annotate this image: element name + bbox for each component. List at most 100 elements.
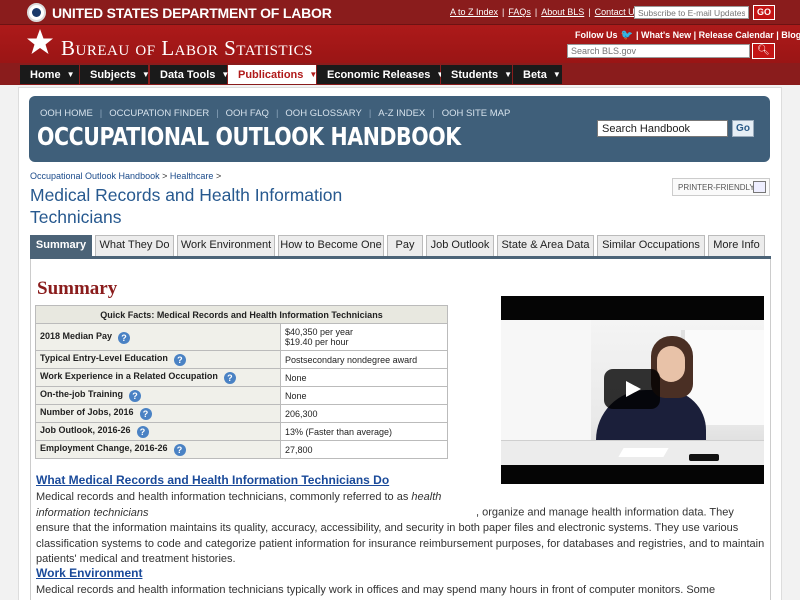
ooh-nav: OOH HOME | OCCUPATION FINDER | OOH FAQ | OOH G… — [40, 108, 511, 119]
tab-work-environment[interactable]: Work Environment — [177, 235, 275, 256]
tab-similar-occupations[interactable]: Similar Occupations — [597, 235, 705, 256]
dol-name[interactable]: UNITED STATES DEPARTMENT OF LABOR — [52, 5, 332, 21]
fact-label-text: Employment Change, 2016-26 — [40, 443, 168, 453]
ooh-site-map-link[interactable]: OOH SITE MAP — [442, 108, 511, 119]
fact-label-text: Work Experience in a Related Occupation — [40, 371, 218, 381]
breadcrumb-healthcare[interactable]: Healthcare — [170, 171, 214, 181]
tab-summary[interactable]: Summary — [30, 235, 92, 256]
a-to-z-link[interactable]: A to Z Index — [450, 7, 498, 17]
fact-value: $40,350 per year $19.40 per hour — [280, 323, 448, 351]
tab-pay[interactable]: Pay — [387, 235, 423, 256]
tab-more-info[interactable]: More Info — [708, 235, 765, 256]
printer-friendly-button[interactable]: PRINTER-FRIENDLY — [672, 178, 770, 196]
nav-beta[interactable]: Beta ▼ — [513, 65, 562, 84]
help-icon[interactable]: ? — [136, 426, 149, 438]
ooh-faq-link[interactable]: OOH FAQ — [226, 108, 269, 119]
breadcrumb-ooh[interactable]: Occupational Outlook Handbook — [30, 171, 160, 181]
fact-label: On-the-job Training? — [35, 386, 281, 405]
table-row: Work Experience in a Related Occupation?… — [35, 368, 448, 387]
tab-state-area-data[interactable]: State & Area Data — [497, 235, 594, 256]
fact-label: Number of Jobs, 2016? — [35, 404, 281, 423]
a-z-index-link[interactable]: A-Z INDEX — [378, 108, 425, 119]
what-they-do-link[interactable]: What Medical Records and Health Informat… — [36, 473, 389, 487]
site-search-input[interactable] — [567, 44, 750, 58]
nav-home-label: Home — [30, 69, 61, 81]
contact-us-link[interactable]: Contact Us — [595, 7, 640, 17]
median-pay-year: $40,350 per year — [285, 327, 354, 337]
dol-top-bar: UNITED STATES DEPARTMENT OF LABOR A to Z… — [0, 0, 800, 25]
chevron-down-icon: ▼ — [504, 70, 512, 79]
about-bls-link[interactable]: About BLS — [541, 7, 584, 17]
nav-students-label: Students — [451, 69, 499, 81]
fact-value: Postsecondary nondegree award — [280, 350, 448, 369]
tab-how-to-become-one[interactable]: How to Become One — [278, 235, 384, 256]
what-they-do-text: Medical records and health information t… — [36, 490, 768, 568]
video-phone — [689, 454, 719, 461]
page-title: Medical Records and Health Information T… — [30, 185, 343, 227]
ooh-title[interactable]: OCCUPATIONAL OUTLOOK HANDBOOK — [37, 122, 461, 151]
fact-label: Job Outlook, 2016-26? — [35, 422, 281, 441]
what-they-do-text-wrap: Medical records and health information t… — [36, 490, 476, 521]
email-go-button[interactable]: GO — [753, 5, 775, 20]
work-environment-text: Medical records and health information t… — [36, 584, 716, 600]
nav-data-tools-label: Data Tools — [160, 69, 216, 81]
site-search-button[interactable]: 🔍︎ — [752, 43, 775, 59]
nav-economic-releases[interactable]: Economic Releases▼ — [317, 65, 444, 84]
fact-label-text: On-the-job Training — [40, 389, 123, 399]
nav-publications[interactable]: Publications ▼ — [228, 65, 317, 84]
email-subscribe-input[interactable] — [634, 6, 749, 19]
utility-links: A to Z Index | FAQs | About BLS | Contact Us — [450, 7, 640, 17]
help-icon[interactable]: ? — [173, 444, 186, 456]
fact-value: 27,800 — [280, 440, 448, 459]
chevron-down-icon: ▼ — [552, 70, 561, 79]
fact-label-text: Number of Jobs, 2016 — [40, 407, 134, 417]
help-icon[interactable]: ? — [129, 390, 141, 402]
table-row: 2018 Median Pay? $40,350 per year $19.40 … — [35, 323, 448, 351]
release-calendar-link[interactable]: Release Calendar — [699, 30, 774, 40]
breadcrumb: Occupational Outlook Handbook > Healthca… — [30, 171, 221, 181]
tab-what-they-do[interactable]: What They Do — [95, 235, 174, 256]
fact-label: Work Experience in a Related Occupation? — [35, 368, 281, 387]
table-row: Typical Entry-Level Education? Postsecon… — [35, 350, 448, 369]
work-environment-link[interactable]: Work Environment — [36, 566, 142, 580]
help-icon[interactable]: ? — [118, 331, 131, 344]
nav-publications-label: Publications — [238, 69, 304, 81]
occupation-finder-link[interactable]: OCCUPATION FINDER — [109, 108, 209, 119]
faqs-link[interactable]: FAQs — [508, 7, 531, 17]
bls-header: Bureau of Labor Statistics Follow Us 🐦 | W… — [0, 25, 800, 63]
help-icon[interactable]: ? — [223, 372, 236, 384]
follow-links: Follow Us 🐦 | What's New | Release Calenda… — [575, 30, 800, 41]
handbook-search-input[interactable] — [597, 120, 728, 137]
help-icon[interactable]: ? — [139, 408, 152, 420]
main-nav: Home ▼ Subjects ▼ Data Tools ▼ Publications… — [0, 63, 800, 85]
magnifier-icon: 🔍︎ — [757, 45, 770, 56]
bls-name[interactable]: Bureau of Labor Statistics — [61, 36, 313, 61]
fact-label-text: Job Outlook, 2016-26 — [40, 425, 131, 435]
breadcrumb-separator: > — [162, 171, 168, 181]
fact-value: None — [280, 386, 448, 405]
ooh-home-link[interactable]: OOH HOME — [40, 108, 93, 119]
breadcrumb-separator: > — [215, 171, 222, 181]
nav-subjects-label: Subjects — [90, 69, 136, 81]
help-icon[interactable]: ? — [173, 354, 186, 366]
ooh-glossary-link[interactable]: OOH GLOSSARY — [285, 108, 361, 119]
nav-home[interactable]: Home ▼ — [20, 65, 79, 84]
fact-label: 2018 Median Pay? — [35, 323, 281, 351]
fact-label: Employment Change, 2016-26? — [35, 440, 281, 459]
twitter-icon[interactable]: 🐦 — [621, 30, 633, 41]
play-icon[interactable] — [604, 369, 660, 409]
handbook-go-button[interactable]: Go — [732, 120, 754, 137]
table-row: Number of Jobs, 2016? 206,300 — [35, 404, 448, 423]
fact-value: 13% (Faster than average) — [280, 422, 448, 441]
nav-students[interactable]: Students ▼ — [441, 65, 512, 84]
median-pay-hour: $19.40 per hour — [285, 337, 349, 347]
whats-new-link[interactable]: What's New — [641, 30, 691, 40]
video-player[interactable] — [501, 296, 764, 484]
dol-seal-icon[interactable] — [27, 3, 46, 22]
blog-link[interactable]: Blog — [781, 30, 800, 40]
nav-subjects[interactable]: Subjects ▼ — [80, 65, 150, 84]
tab-job-outlook[interactable]: Job Outlook — [426, 235, 494, 256]
fact-label-text: 2018 Median Pay — [40, 330, 113, 341]
follow-us-link[interactable]: Follow Us — [575, 30, 618, 40]
nav-data-tools[interactable]: Data Tools ▼ — [150, 65, 229, 84]
